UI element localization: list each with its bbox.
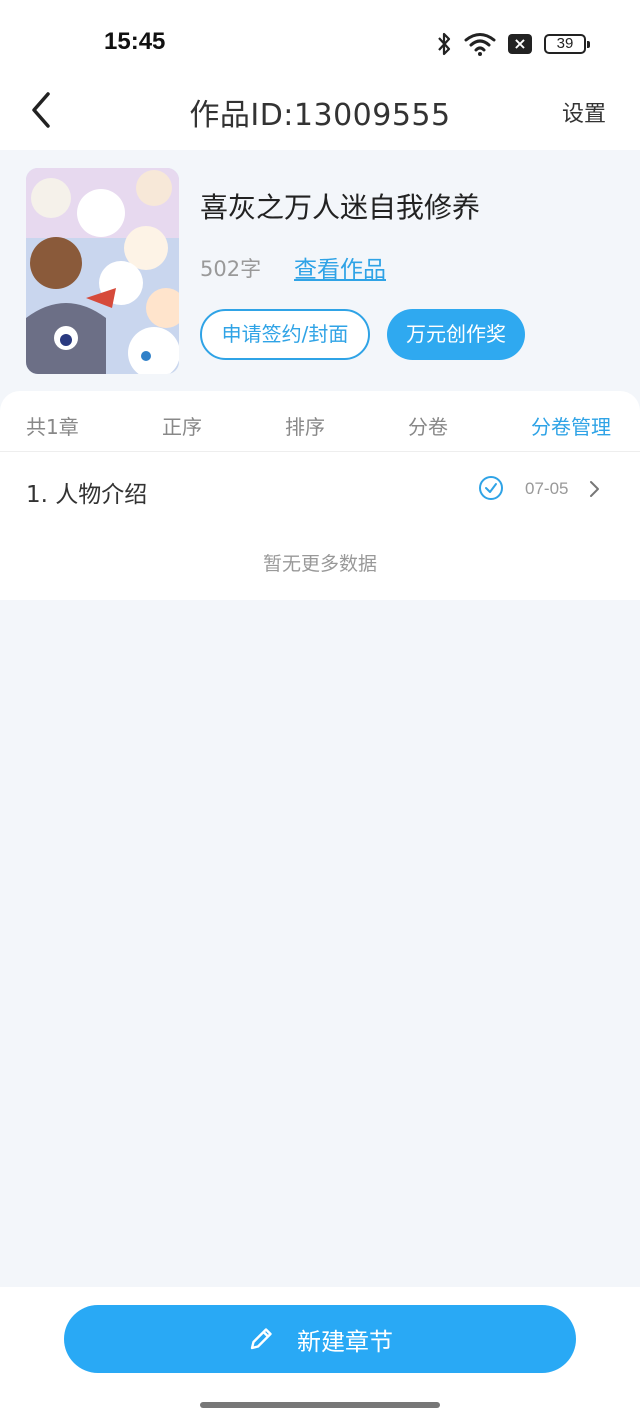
status-icons: × 39 [436,30,590,58]
chapter-row[interactable]: 1. 人物介绍 07-05 [0,453,640,523]
nav-bar: 作品ID:13009555 设置 [0,80,640,150]
bluetooth-icon [438,32,451,56]
book-info: 喜灰之万人迷自我修养 502字 查看作品 申请签约/封面 万元创作奖 [0,150,640,395]
settings-button[interactable]: 设置 [562,96,606,128]
chapter-name: 1. 人物介绍 [26,482,148,508]
chevron-right-icon [590,481,599,497]
book-cover-image[interactable] [26,168,179,374]
home-indicator[interactable] [200,1402,440,1408]
tab-row: 共1章 正序 排序 分卷 分卷管理 [0,391,640,452]
wifi-icon [464,33,496,56]
new-chapter-label: 新建章节 [297,1327,393,1356]
word-count: 502字 [200,257,262,281]
status-time: 15:45 [104,28,166,55]
battery-icon: 39 [544,34,590,54]
tab-volume-manage[interactable]: 分卷管理 [531,411,611,440]
view-work-link[interactable]: 查看作品 [294,250,386,284]
chapter-date: 07-05 [525,479,569,498]
tab-ascending[interactable]: 正序 [162,411,202,440]
page-title: 作品ID:13009555 [189,98,451,133]
book-title: 喜灰之万人迷自我修养 [200,191,481,224]
status-bar: 15:45 × 39 [0,0,640,80]
bottom-bar: 新建章节 [0,1287,640,1422]
chapter-list-card: 共1章 正序 排序 分卷 分卷管理 1. 人物介绍 07-05 暂无更多数据 [0,391,640,600]
creation-award-button[interactable]: 万元创作奖 [387,309,525,360]
notification-x-icon: × [508,34,532,54]
pencil-icon [250,1328,272,1350]
check-circle-icon [479,476,503,500]
no-more-data-text: 暂无更多数据 [262,553,377,575]
tab-volume[interactable]: 分卷 [408,411,448,440]
chapter-count: 共1章 [26,415,79,439]
tab-sort[interactable]: 排序 [285,411,325,440]
cover-illustration [26,168,179,374]
new-chapter-button[interactable]: 新建章节 [64,1305,576,1373]
apply-contract-button[interactable]: 申请签约/封面 [200,309,370,360]
